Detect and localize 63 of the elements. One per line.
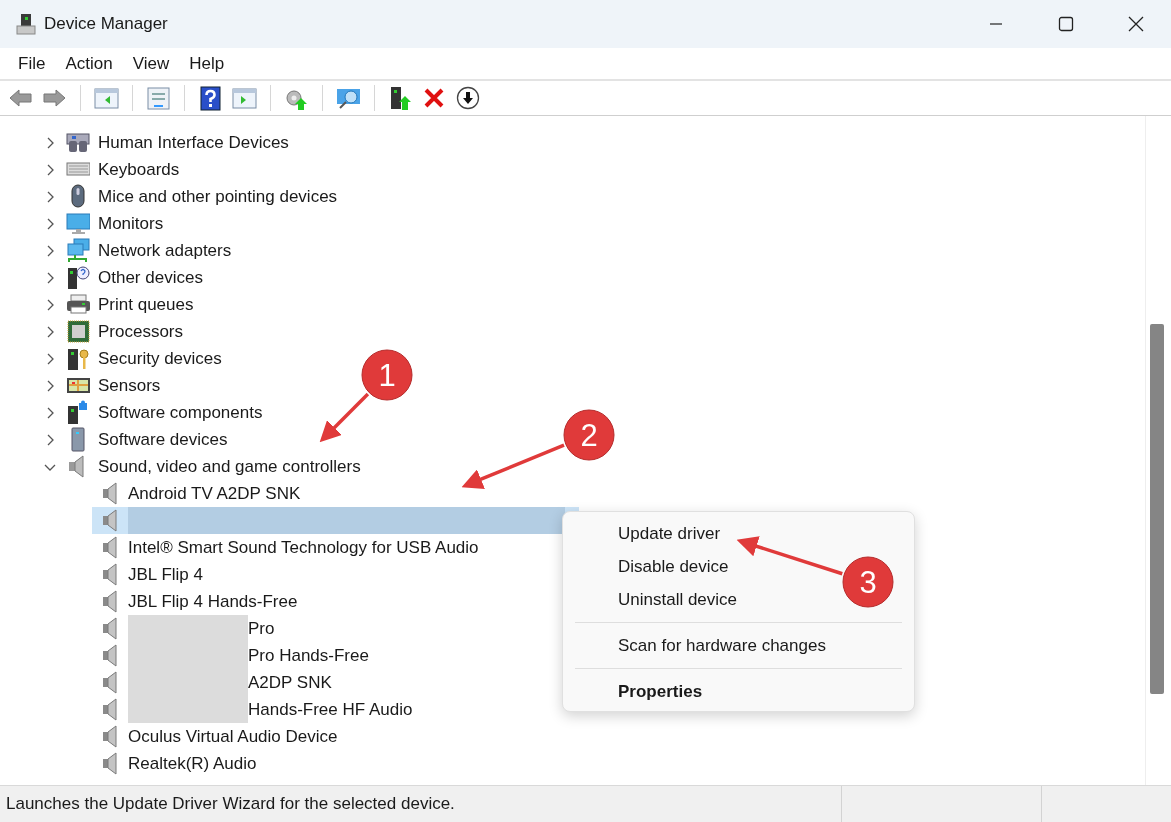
tree-item[interactable]: Security devices bbox=[98, 345, 222, 372]
tree-item[interactable]: Other devices bbox=[98, 264, 203, 291]
tree-item[interactable]: Hands-Free HF Audio bbox=[248, 696, 413, 723]
tree-item[interactable]: Oculus Virtual Audio Device bbox=[128, 723, 338, 750]
arrow bbox=[319, 392, 370, 443]
tree-item[interactable]: Sound, video and game controllers bbox=[98, 453, 361, 480]
app-icon bbox=[16, 13, 36, 35]
device-question-icon bbox=[66, 265, 90, 290]
close-icon bbox=[1128, 16, 1144, 32]
network-icon bbox=[66, 238, 90, 263]
speaker-icon bbox=[100, 643, 120, 668]
speaker-icon bbox=[100, 589, 120, 614]
tree-item[interactable]: Pro Hands-Free bbox=[248, 642, 369, 669]
input-device-icon bbox=[66, 130, 90, 155]
tree-item[interactable]: Sensors bbox=[98, 372, 161, 399]
tree-item[interactable]: Realtek(R) Audio bbox=[128, 750, 257, 777]
callout-number: 1 bbox=[361, 349, 413, 401]
monitor-icon bbox=[66, 211, 90, 236]
tree-item[interactable]: Mice and other pointing devices bbox=[98, 183, 338, 210]
tree-item[interactable]: Monitors bbox=[98, 210, 164, 237]
speaker-icon bbox=[100, 535, 120, 560]
scrollbar-thumb[interactable] bbox=[1150, 324, 1164, 694]
speaker-icon bbox=[100, 508, 120, 533]
tree-item[interactable]: Human Interface Devices bbox=[98, 129, 289, 156]
maximize-icon bbox=[1058, 16, 1074, 32]
device-puzzle-icon bbox=[66, 400, 90, 425]
menu-item[interactable]: Scan for hardware changes bbox=[563, 629, 914, 662]
callout-number: 3 bbox=[842, 556, 894, 608]
tree-item[interactable]: JBL Flip 4 Hands-Free bbox=[128, 588, 298, 615]
menu-item[interactable]: Update driver bbox=[563, 517, 914, 550]
tree-item[interactable]: Intel® Smart Sound Technology for USB Audio bbox=[128, 534, 479, 561]
speaker-icon bbox=[100, 751, 120, 776]
download-icon[interactable] bbox=[456, 85, 481, 111]
speaker-icon bbox=[100, 616, 120, 641]
speaker-icon bbox=[100, 481, 120, 506]
help-icon[interactable] bbox=[198, 85, 223, 111]
tree-item[interactable]: Android TV A2DP SNK bbox=[128, 480, 301, 507]
device-key-icon bbox=[66, 346, 90, 371]
printer-icon bbox=[66, 292, 90, 317]
menu-item[interactable]: Properties bbox=[563, 675, 914, 708]
properties-icon[interactable] bbox=[146, 85, 171, 111]
tree-item[interactable]: Print queues bbox=[98, 291, 194, 318]
tree-item[interactable]: Keyboards bbox=[98, 156, 180, 183]
tree-item[interactable]: JBL Flip 4 bbox=[128, 561, 203, 588]
speaker-icon bbox=[100, 670, 120, 695]
menu-item[interactable]: View bbox=[122, 50, 180, 77]
menu-item[interactable]: Action bbox=[55, 50, 123, 77]
tree-item[interactable]: Processors bbox=[98, 318, 184, 345]
speaker-icon bbox=[100, 562, 120, 587]
callout-number: 2 bbox=[563, 409, 615, 461]
speaker-icon bbox=[100, 724, 120, 749]
menu-item[interactable]: Help bbox=[179, 50, 235, 77]
device-arrow-icon[interactable] bbox=[388, 85, 413, 111]
speaker-icon bbox=[100, 697, 120, 722]
menu-item[interactable]: File bbox=[8, 50, 56, 77]
tree-item[interactable]: Pro bbox=[248, 615, 275, 642]
tree-item[interactable]: Software devices bbox=[98, 426, 228, 453]
tree-item[interactable]: Software components bbox=[98, 399, 263, 426]
status-text: Launches the Update Driver Wizard for the selected device. bbox=[5, 793, 456, 816]
tree-item[interactable]: Network adapters bbox=[98, 237, 232, 264]
processor-icon bbox=[66, 319, 90, 344]
window-title: Device Manager bbox=[44, 13, 168, 36]
tree-item[interactable]: A2DP SNK bbox=[248, 669, 332, 696]
